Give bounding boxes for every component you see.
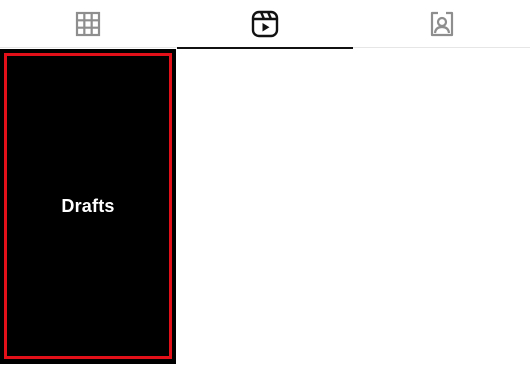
tab-reels[interactable] <box>176 0 354 49</box>
tab-posts-grid[interactable] <box>0 0 177 48</box>
tab-tagged[interactable] <box>353 0 530 48</box>
tagged-icon <box>428 10 456 38</box>
grid-icon <box>75 11 101 37</box>
drafts-tile[interactable]: Drafts <box>0 49 176 364</box>
drafts-label: Drafts <box>61 196 115 216</box>
profile-tab-bar <box>0 0 530 49</box>
reels-grid: Drafts <box>0 49 530 367</box>
reels-icon <box>250 9 280 39</box>
